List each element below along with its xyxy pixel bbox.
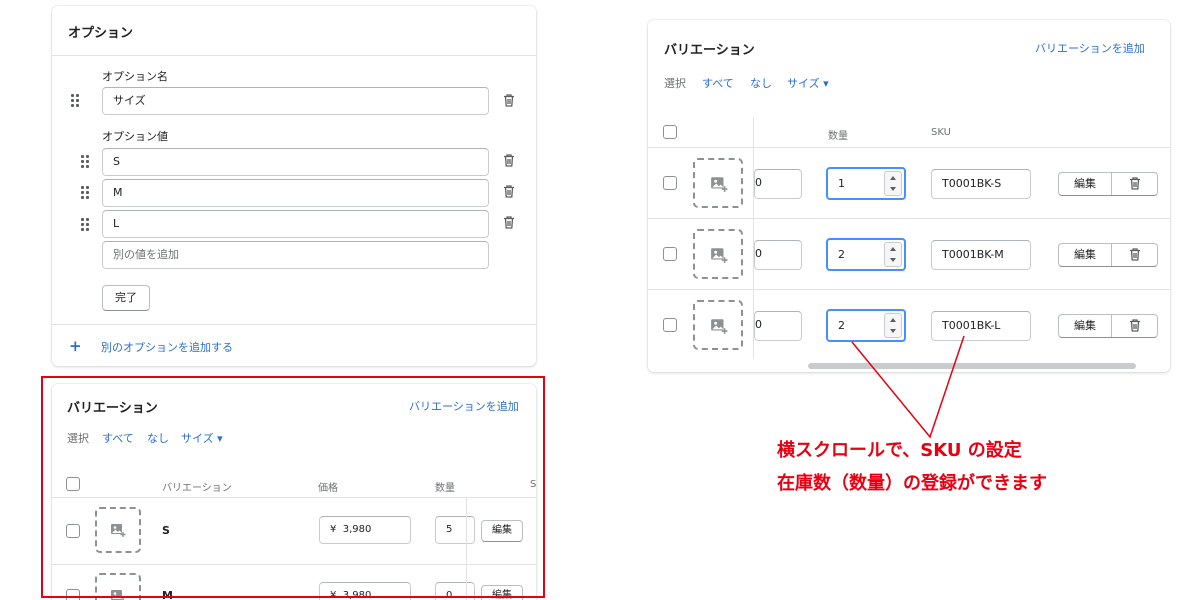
chevron-up-icon[interactable] <box>890 318 896 322</box>
quantity-value: 2 <box>838 319 845 332</box>
divider <box>648 289 1170 290</box>
row-checkbox[interactable] <box>663 176 677 190</box>
image-placeholder[interactable] <box>693 300 743 350</box>
options-card-title: オプション <box>68 26 134 41</box>
chevron-down-icon[interactable] <box>890 329 896 333</box>
divider <box>52 55 536 56</box>
option-value-input[interactable]: S <box>102 148 489 176</box>
add-variation-link[interactable]: バリエーションを追加 <box>1035 40 1145 56</box>
variations-card-right: バリエーション バリエーションを追加 選択 すべて なし サイズ ▾ 数量 SK… <box>648 20 1170 372</box>
image-placeholder[interactable] <box>693 229 743 279</box>
done-button[interactable]: 完了 <box>102 285 150 311</box>
add-image-icon <box>711 248 728 263</box>
trash-icon <box>1130 248 1140 261</box>
add-value-input[interactable]: 別の値を追加 <box>102 241 489 269</box>
row-checkbox[interactable] <box>663 247 677 261</box>
image-placeholder[interactable] <box>693 158 743 208</box>
sku-input[interactable]: T0001BK-S <box>931 169 1031 199</box>
add-image-icon <box>711 319 728 334</box>
quantity-stepper[interactable] <box>884 313 902 338</box>
drag-handle-icon[interactable] <box>71 94 81 108</box>
price-input-clipped[interactable]: 0 <box>754 311 802 341</box>
annotation-line-1: 横スクロールで、SKU の設定 <box>777 440 1022 461</box>
select-all-link[interactable]: すべて <box>702 75 734 91</box>
option-value-input[interactable]: L <box>102 210 489 238</box>
quantity-stepper[interactable] <box>884 171 902 196</box>
variations-title: バリエーション <box>664 43 755 58</box>
delete-button[interactable] <box>1111 244 1157 266</box>
price-input-clipped[interactable]: 0 <box>754 169 802 199</box>
add-option-link[interactable]: 別のオプションを追加する <box>101 339 233 355</box>
row-checkbox[interactable] <box>663 318 677 332</box>
select-none-link[interactable]: なし <box>750 75 772 91</box>
sku-input[interactable]: T0001BK-M <box>931 240 1031 270</box>
drag-handle-icon[interactable] <box>81 218 91 232</box>
quantity-value: 1 <box>838 177 845 190</box>
trash-icon <box>1130 177 1140 190</box>
chevron-up-icon[interactable] <box>890 247 896 251</box>
drag-handle-icon[interactable] <box>81 155 91 169</box>
add-image-icon <box>711 177 728 192</box>
delete-button[interactable] <box>1111 315 1157 337</box>
plus-icon[interactable]: + <box>69 337 82 355</box>
drag-handle-icon[interactable] <box>81 186 91 200</box>
col-quantity: 数量 <box>828 131 848 142</box>
edit-button[interactable]: 編集 <box>1059 315 1111 337</box>
trash-icon[interactable] <box>503 94 515 107</box>
trash-icon[interactable] <box>503 216 515 229</box>
chevron-down-icon: ▾ <box>823 77 829 90</box>
option-value-input[interactable]: M <box>102 179 489 207</box>
select-label: 選択 <box>664 77 686 90</box>
select-size-label: サイズ <box>787 77 820 90</box>
chevron-down-icon[interactable] <box>890 187 896 191</box>
edit-button[interactable]: 編集 <box>1059 244 1111 266</box>
horizontal-scrollbar[interactable] <box>808 363 1136 369</box>
row-actions: 編集 <box>1058 243 1158 267</box>
row-actions: 編集 <box>1058 172 1158 196</box>
trash-icon <box>1130 319 1140 332</box>
col-sku: SKU <box>931 127 951 138</box>
annotation-line-2: 在庫数（数量）の登録ができます <box>777 473 1047 494</box>
trash-icon[interactable] <box>503 154 515 167</box>
quantity-stepper[interactable] <box>884 242 902 267</box>
quantity-value: 2 <box>838 248 845 261</box>
divider <box>52 324 536 325</box>
select-all-checkbox[interactable] <box>663 125 677 139</box>
row-actions: 編集 <box>1058 314 1158 338</box>
divider <box>648 218 1170 219</box>
sku-input[interactable]: T0001BK-L <box>931 311 1031 341</box>
delete-button[interactable] <box>1111 173 1157 195</box>
option-name-label: オプション名 <box>102 70 168 83</box>
option-values-label: オプション値 <box>102 130 168 143</box>
price-input-clipped[interactable]: 0 <box>754 240 802 270</box>
chevron-up-icon[interactable] <box>890 176 896 180</box>
select-size-dropdown[interactable]: サイズ ▾ <box>787 75 829 91</box>
highlight-frame <box>41 376 545 598</box>
chevron-down-icon[interactable] <box>890 258 896 262</box>
edit-button[interactable]: 編集 <box>1059 173 1111 195</box>
trash-icon[interactable] <box>503 185 515 198</box>
option-name-input[interactable]: サイズ <box>102 87 489 115</box>
divider <box>648 147 1170 148</box>
options-card: オプション オプション名 サイズ オプション値 S M L 別の値を追加 完了 … <box>52 6 536 366</box>
